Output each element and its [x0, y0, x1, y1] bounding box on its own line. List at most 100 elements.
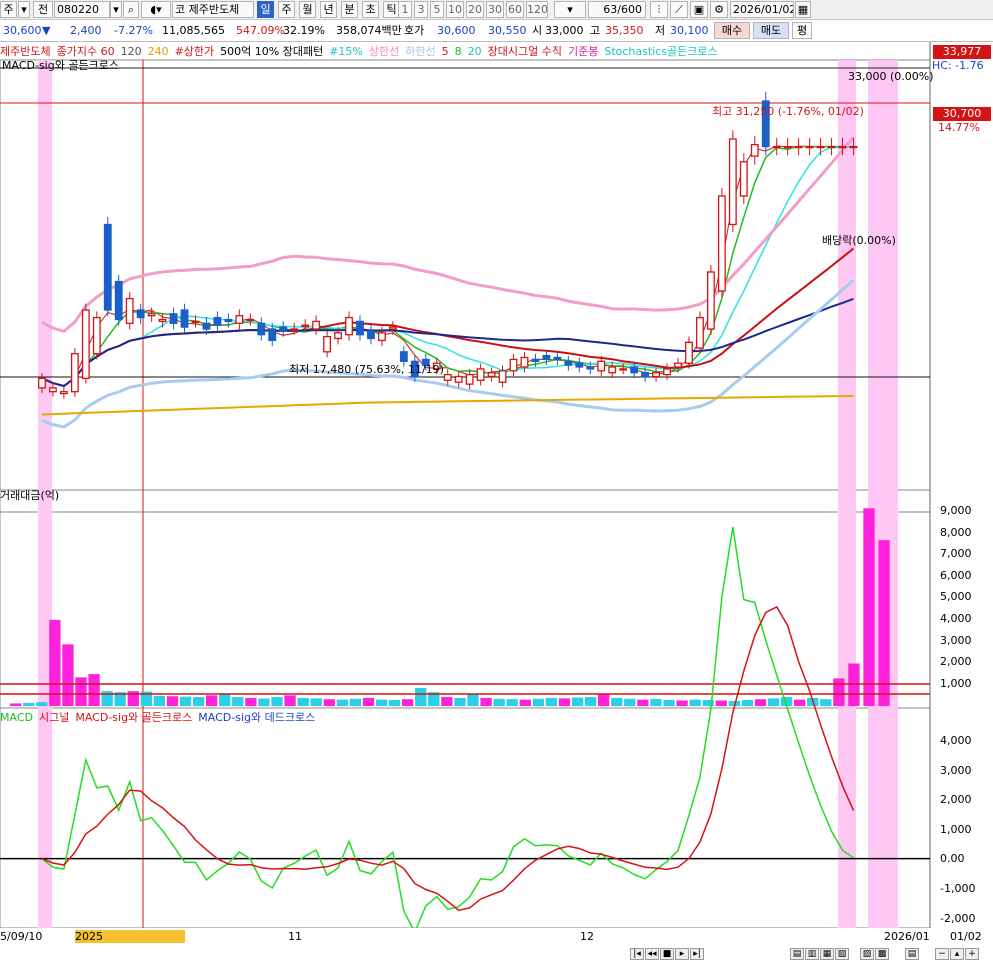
- candle-body: [498, 370, 507, 383]
- prev-icon[interactable]: ◂◂: [645, 948, 659, 960]
- price-chart[interactable]: [0, 42, 993, 928]
- volume-bar: [284, 695, 296, 706]
- volume-tick: 9,000: [940, 504, 972, 517]
- legend-item: 종가지수 60: [56, 45, 115, 58]
- volume-bar: [402, 699, 414, 706]
- market-select[interactable]: 주: [0, 1, 17, 18]
- candle-body: [476, 368, 485, 381]
- layout-icon[interactable]: ▦: [820, 948, 834, 960]
- volume-bar: [336, 699, 348, 706]
- chart-nav: |◂ ◂◂ ■ ▸ ▸| ▤ ▥ ▦ ▧ ▨ ▩ ▤ − ▴ +: [0, 928, 993, 960]
- interval-button-6[interactable]: 60: [506, 1, 524, 18]
- candle-body: [158, 318, 167, 323]
- layout-icon[interactable]: ▨: [860, 948, 874, 960]
- stock-name-field[interactable]: 코 제주반도체: [172, 1, 254, 18]
- period-tab-2[interactable]: 월: [299, 1, 316, 18]
- interval-button-5[interactable]: 30: [486, 1, 504, 18]
- volume-bar: [10, 703, 22, 706]
- interval-button-1[interactable]: 3: [414, 1, 428, 18]
- speaker-icon[interactable]: ◖▾: [141, 1, 171, 18]
- legend-item: 500억 10% 장대패턴: [220, 45, 324, 58]
- period-tab-4[interactable]: 분: [341, 1, 358, 18]
- candle-icon[interactable]: ⫶: [650, 1, 668, 18]
- interval-button-4[interactable]: 20: [466, 1, 484, 18]
- candle-body: [334, 332, 342, 340]
- candle-body: [169, 313, 178, 324]
- macd-tick: 1,000: [940, 822, 972, 836]
- volume-bar: [245, 697, 257, 706]
- calendar-icon[interactable]: ▦: [795, 1, 811, 18]
- volume-tick: 4,000: [940, 612, 972, 625]
- zoom-in-icon[interactable]: +: [965, 948, 979, 960]
- gear-icon[interactable]: ⚙: [710, 1, 728, 18]
- interval-button-3[interactable]: 10: [446, 1, 464, 18]
- chevron-down-icon[interactable]: ▾: [110, 1, 122, 18]
- volume-panel-frame: [0, 489, 931, 709]
- macd-legend-item: MACD: [0, 711, 33, 724]
- period-tab-1[interactable]: 주: [278, 1, 295, 18]
- high-price: 35,350: [605, 24, 644, 37]
- volume-bar: [532, 698, 544, 706]
- layout-icon[interactable]: ▥: [805, 948, 819, 960]
- candle-body: [531, 358, 540, 362]
- open-price: 33,000: [545, 24, 584, 37]
- legend-item: 상한선: [368, 45, 400, 58]
- first-icon[interactable]: |◂: [630, 948, 644, 960]
- layout-icon[interactable]: ▩: [875, 948, 889, 960]
- volume-tick: 6,000: [940, 568, 972, 582]
- candle-body: [377, 332, 386, 342]
- volume-bar: [349, 698, 362, 706]
- volume-title: 거래대금(억): [0, 489, 60, 502]
- code-input[interactable]: 080220: [54, 1, 110, 18]
- stop-icon[interactable]: ■: [660, 948, 674, 960]
- layout-icon[interactable]: ▧: [835, 948, 849, 960]
- eval-button[interactable]: 평: [792, 22, 812, 39]
- trade-value: 358,074백만: [336, 24, 402, 37]
- last-icon[interactable]: ▸|: [690, 948, 704, 960]
- layout-icon[interactable]: ▤: [790, 948, 804, 960]
- volume-bar: [571, 697, 584, 706]
- period-tab-0[interactable]: 일: [257, 1, 274, 18]
- search-icon[interactable]: ⌕: [123, 1, 139, 18]
- mode-select[interactable]: 전: [33, 1, 53, 18]
- interval-button-0[interactable]: 1: [398, 1, 412, 18]
- sell-button[interactable]: 매도: [753, 22, 789, 39]
- volume-bar: [454, 697, 466, 706]
- chevron-down-icon[interactable]: ▾: [554, 1, 586, 18]
- candle-body: [301, 324, 310, 327]
- macd-legend-item: MACD-sig와 골든크로스: [75, 711, 193, 724]
- volume-bar: [192, 697, 205, 706]
- interval-button-2[interactable]: 5: [430, 1, 444, 18]
- zoom-out-icon[interactable]: −: [935, 948, 949, 960]
- next-icon[interactable]: ▸: [675, 948, 689, 960]
- candle-body: [465, 373, 474, 385]
- count-field[interactable]: 63/600: [588, 1, 646, 18]
- candle-body: [367, 330, 375, 340]
- price-panel-frame: [0, 59, 931, 513]
- scroll-icon[interactable]: ▴: [950, 948, 964, 960]
- candle-body: [674, 362, 682, 368]
- volume-bar: [271, 697, 283, 706]
- volume-tick: 2,000: [940, 655, 972, 669]
- period-tab-3[interactable]: 년: [320, 1, 337, 18]
- candle-body: [696, 316, 704, 349]
- period-tab-5[interactable]: 초: [362, 1, 379, 18]
- layout-icon[interactable]: ▤: [905, 948, 919, 960]
- legend-item: 제주반도체: [0, 45, 51, 58]
- macd-tick: 2,000: [940, 793, 972, 807]
- candle-body: [92, 316, 101, 355]
- volume-bar: [794, 699, 806, 706]
- save-icon[interactable]: ▣: [690, 1, 708, 18]
- candle-body: [257, 322, 266, 336]
- candle-body: [180, 309, 189, 328]
- interval-button-7[interactable]: 120: [526, 1, 548, 18]
- volume-bar: [323, 699, 335, 706]
- chevron-down-icon[interactable]: ▾: [18, 1, 30, 18]
- line-tool-icon[interactable]: ⟋: [670, 1, 688, 18]
- volume-bar: [388, 700, 401, 706]
- candle-body: [125, 297, 134, 324]
- volume-bar: [650, 698, 662, 706]
- date-field[interactable]: 2026/01/02: [730, 1, 794, 18]
- dividend-note: 배당락(0.00%): [822, 234, 896, 247]
- buy-button[interactable]: 매수: [714, 22, 750, 39]
